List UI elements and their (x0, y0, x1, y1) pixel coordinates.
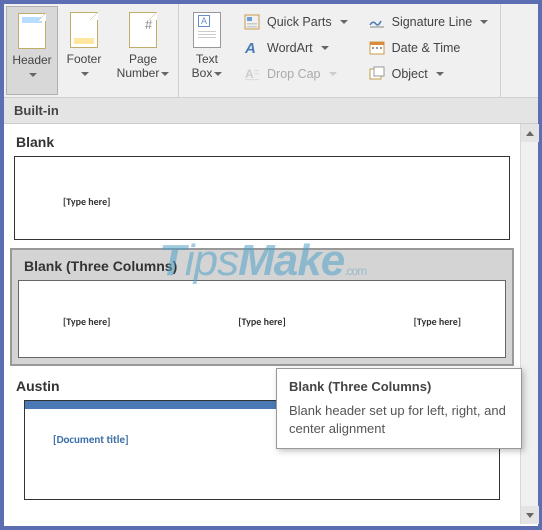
gallery-item-preview: [Type here] [Type here] [Type here] (18, 280, 506, 358)
date-time-label: Date & Time (392, 41, 461, 55)
svg-text:A: A (245, 67, 254, 81)
signature-line-button[interactable]: Signature Line (364, 10, 493, 34)
drop-cap-icon: A (243, 65, 261, 83)
footer-icon (66, 10, 102, 50)
chevron-up-icon (526, 131, 534, 136)
quick-parts-label: Quick Parts (267, 15, 332, 29)
placeholder-text: [Type here] (414, 315, 461, 328)
caret-down-icon (81, 72, 89, 76)
quick-parts-icon (243, 13, 261, 31)
header-gallery: Built-in Blank [Type here] Blank (Three … (4, 98, 538, 524)
page-number-button[interactable]: # Page Number (110, 6, 176, 95)
header-footer-group: Header Footer # Page Number (4, 4, 179, 97)
caret-down-icon (29, 73, 37, 77)
scroll-up-button[interactable] (521, 124, 539, 142)
signature-label: Signature Line (392, 15, 473, 29)
header-label: Header (12, 53, 51, 67)
wordart-button[interactable]: A WordArt (239, 36, 352, 60)
caret-down-icon (436, 72, 444, 76)
gallery-scrollbar[interactable] (520, 124, 538, 524)
signature-icon (368, 13, 386, 31)
placeholder-text: [Type here] (63, 195, 110, 208)
gallery-section-header: Built-in (4, 98, 538, 124)
footer-button[interactable]: Footer (58, 6, 110, 95)
placeholder-text: [Type here] (238, 315, 285, 328)
caret-down-icon (480, 20, 488, 24)
ribbon: Header Footer # Page Number A Text Box Q… (4, 4, 538, 98)
caret-down-icon (214, 72, 222, 76)
placeholder-text: [Document title] (53, 433, 129, 446)
tooltip-description: Blank header set up for left, right, and… (289, 402, 509, 438)
header-button[interactable]: Header (6, 6, 58, 95)
wordart-icon: A (243, 39, 261, 57)
wordart-label: WordArt (267, 41, 313, 55)
caret-down-icon (321, 46, 329, 50)
object-button[interactable]: Object (364, 62, 493, 86)
tooltip-title: Blank (Three Columns) (289, 379, 509, 394)
gallery-scroll: Blank [Type here] Blank (Three Columns) … (4, 124, 520, 524)
caret-down-icon (340, 20, 348, 24)
object-label: Object (392, 67, 428, 81)
text-tools-list: Quick Parts A WordArt A Drop Cap (233, 6, 358, 95)
svg-text:A: A (244, 40, 256, 56)
header-icon (14, 11, 50, 51)
gallery-item-blank[interactable]: Blank [Type here] (4, 124, 520, 240)
placeholder-text: [Type here] (63, 315, 110, 328)
drop-cap-label: Drop Cap (267, 67, 321, 81)
text-group: A Text Box Quick Parts A WordArt A Drop … (179, 4, 501, 97)
gallery-item-preview: [Type here] (14, 156, 510, 240)
gallery-item-title: Blank (4, 124, 520, 156)
object-icon (368, 65, 386, 83)
text-box-icon: A (189, 10, 225, 50)
date-time-button[interactable]: Date & Time (364, 36, 493, 60)
scroll-down-button[interactable] (521, 506, 539, 524)
quick-parts-button[interactable]: Quick Parts (239, 10, 352, 34)
page-number-label: Page Number (117, 52, 160, 80)
date-time-icon (368, 39, 386, 57)
chevron-down-icon (526, 513, 534, 518)
tooltip: Blank (Three Columns) Blank header set u… (276, 368, 522, 449)
caret-down-icon (329, 72, 337, 76)
gallery-item-title: Blank (Three Columns) (12, 250, 512, 280)
page-number-icon: # (125, 10, 161, 50)
text-tools-list-2: Signature Line Date & Time Object (358, 6, 499, 95)
footer-label: Footer (67, 52, 102, 66)
caret-down-icon (161, 72, 169, 76)
drop-cap-button[interactable]: A Drop Cap (239, 62, 352, 86)
text-box-button[interactable]: A Text Box (181, 6, 233, 95)
gallery-item-blank-three-columns[interactable]: Blank (Three Columns) [Type here] [Type … (10, 248, 514, 366)
